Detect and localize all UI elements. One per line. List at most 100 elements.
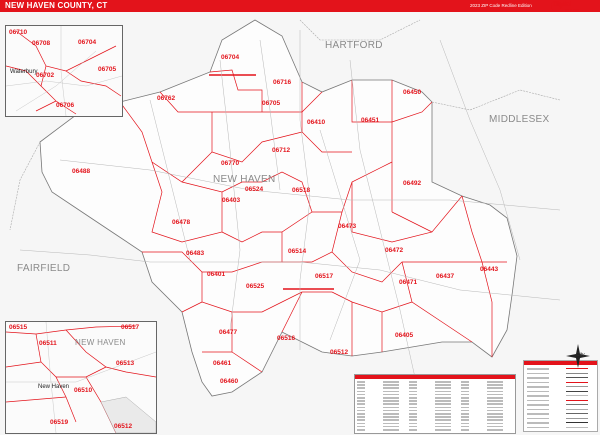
legend-fine-print-label [527,426,549,428]
legend-fine-print [566,372,588,374]
table-fine-print [409,429,417,431]
zip-label-06403[interactable]: 06403 [222,197,240,204]
table-fine-print [383,429,399,431]
zip-label-06401[interactable]: 06401 [207,271,225,278]
legend-fine-print-label [527,381,549,383]
legend-fine-print [566,408,588,410]
table-fine-print [435,384,451,386]
legend-fine-print-label [527,386,549,388]
zip-label-06483[interactable]: 06483 [186,250,204,257]
table-fine-print [409,387,417,389]
table-fine-print [409,390,417,393]
inset-zip-06519[interactable]: 06519 [50,419,68,426]
zip-label-06770[interactable]: 06770 [221,160,239,167]
zip-label-06437[interactable]: 06437 [436,273,454,280]
zip-label-06473[interactable]: 06473 [338,223,356,230]
inset-zip-06511[interactable]: 06511 [39,340,57,347]
legend-fine-print-label [527,413,549,415]
zip-label-06525[interactable]: 06525 [246,283,264,290]
zip-label-06704[interactable]: 06704 [221,54,239,61]
table-fine-print [383,381,399,383]
table-fine-print [487,422,503,425]
legend-fine-print-label [527,372,549,374]
inset-zip-06512[interactable]: 06512 [114,423,132,430]
zip-label-06472[interactable]: 06472 [385,247,403,254]
map-title: NEW HAVEN COUNTY, CT [5,1,108,10]
inset-zip-06706[interactable]: 06706 [56,102,74,109]
table-fine-print [461,416,469,418]
table-fine-print [461,384,469,386]
inset-zip-06515[interactable]: 06515 [9,324,27,331]
inset-zip-06702[interactable]: 06702 [36,72,54,79]
table-fine-print [357,406,365,409]
table-fine-print [409,409,417,412]
table-fine-print [383,409,399,412]
table-fine-print [435,406,451,409]
table-fine-print [383,406,399,409]
zip-label-06443[interactable]: 06443 [480,266,498,273]
inset-place-waterbury: Waterbury [10,69,38,75]
inset-zip-06704[interactable]: 06704 [78,39,96,46]
zip-label-06512[interactable]: 06512 [330,349,348,356]
inset-zip-06517[interactable]: 06517 [121,324,139,331]
table-fine-print [435,403,451,405]
region-label-fairfield: FAIRFIELD [17,263,71,274]
legend-fine-print-label [527,390,549,392]
zip-label-06712[interactable]: 06712 [272,147,290,154]
table-fine-print [383,419,399,421]
table-fine-print [435,409,451,412]
zip-label-06518[interactable]: 06518 [292,187,310,194]
inset-zip-06705[interactable]: 06705 [98,66,116,73]
inset-zip-06710[interactable]: 06710 [9,29,27,36]
table-fine-print [357,429,365,431]
table-fine-print [487,400,503,402]
legend-fine-print [566,386,588,387]
table-fine-print [435,425,451,428]
zip-label-06516[interactable]: 06516 [277,335,295,342]
legend-fine-print-label [527,404,549,406]
zip-label-06477[interactable]: 06477 [219,329,237,336]
table-fine-print [383,397,399,399]
table-fine-print [461,400,469,402]
zip-label-06716[interactable]: 06716 [273,79,291,86]
table-fine-print [487,425,503,428]
zip-label-06478[interactable]: 06478 [172,219,190,226]
table-fine-print [487,406,503,409]
inset-zip-06510[interactable]: 06510 [74,387,92,394]
inset-zip-06513[interactable]: 06513 [116,360,134,367]
zip-label-06492[interactable]: 06492 [403,180,421,187]
zip-label-06451[interactable]: 06451 [361,117,379,124]
region-label-middlesex: MIDDLESEX [489,114,550,125]
table-fine-print [409,393,417,396]
inset-new-haven[interactable]: 06515 06517 06511 06513 06510 06519 0651… [5,321,157,434]
zip-label-06488[interactable]: 06488 [72,168,90,175]
inset-region-new-haven: NEW HAVEN [75,338,126,347]
zip-label-06762[interactable]: 06762 [157,95,175,102]
zip-label-06461[interactable]: 06461 [213,360,231,367]
table-fine-print [383,387,399,389]
zip-label-06460[interactable]: 06460 [220,378,238,385]
zip-label-06405[interactable]: 06405 [395,332,413,339]
inset-zip-06708[interactable]: 06708 [32,40,50,47]
table-fine-print [487,429,503,431]
zip-label-06410[interactable]: 06410 [307,119,325,126]
zip-label-06450[interactable]: 06450 [403,89,421,96]
table-fine-print [461,397,469,399]
inset-waterbury[interactable]: 06710 06704 06705 06708 06702 06706 Wate… [5,25,123,117]
legend-fine-print [566,381,588,383]
zip-label-06471[interactable]: 06471 [399,279,417,286]
legend-fine-print-label [527,408,549,410]
legend-fine-print [566,377,588,378]
zip-label-06514[interactable]: 06514 [288,248,306,255]
table-fine-print [487,393,503,396]
table-fine-print [409,413,417,415]
table-fine-print [461,390,469,393]
zip-label-06517[interactable]: 06517 [315,273,333,280]
table-fine-print [461,425,469,428]
map-edition: 2023 ZIP Code Redline Edition [470,3,532,8]
zip-label-06524[interactable]: 06524 [245,186,263,193]
table-fine-print [435,413,451,415]
zip-label-06705[interactable]: 06705 [262,100,280,107]
legend-fine-print-label [527,399,549,401]
legend-fine-print-label [527,377,549,379]
